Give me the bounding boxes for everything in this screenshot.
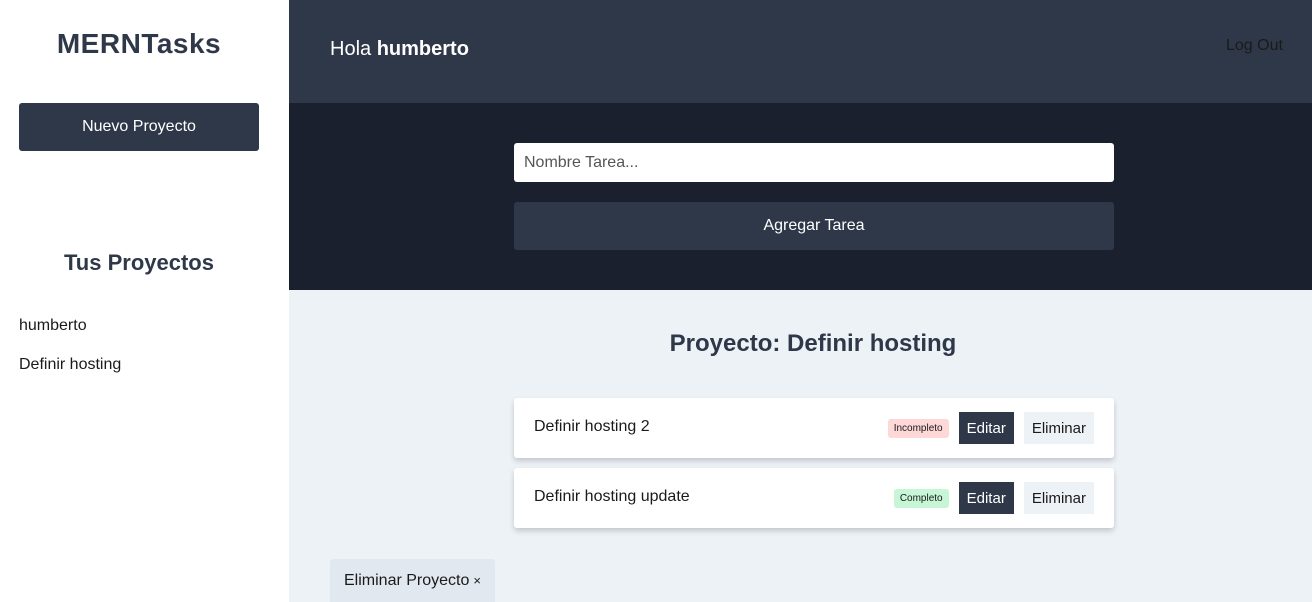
- project-item-definir-hosting[interactable]: Definir hosting: [19, 355, 121, 375]
- status-badge-completo[interactable]: Completo: [893, 488, 949, 508]
- greeting-prefix: Hola: [330, 38, 377, 60]
- sidebar: MERNTasks Nuevo Proyecto Tus Proyectos h…: [0, 0, 289, 602]
- task-name-input[interactable]: [514, 143, 1114, 182]
- edit-task-button[interactable]: Editar: [958, 412, 1014, 444]
- task-actions: Completo Editar Eliminar: [893, 482, 1094, 514]
- status-badge-incompleto[interactable]: Incompleto: [887, 418, 949, 438]
- delete-project-label: Eliminar Proyecto: [344, 571, 470, 589]
- task-name: Definir hosting 2: [534, 418, 650, 435]
- task-item: Definir hosting update Completo Editar E…: [514, 468, 1114, 528]
- project-title: Proyecto: Definir hosting: [669, 330, 957, 357]
- app-logo: MERNTasks: [0, 28, 278, 60]
- project-list: humberto Definir hosting: [19, 316, 121, 394]
- projects-heading: Tus Proyectos: [64, 250, 214, 275]
- user-name: humberto: [376, 38, 469, 60]
- task-form: Agregar Tarea: [289, 103, 1312, 290]
- logo-bold: MERN: [56, 28, 142, 59]
- logout-button[interactable]: Log Out: [1226, 37, 1312, 55]
- task-name: Definir hosting update: [534, 488, 690, 505]
- logo-regular: Tasks: [141, 28, 222, 59]
- project-item-humberto[interactable]: humberto: [19, 316, 121, 336]
- edit-task-button[interactable]: Editar: [958, 482, 1014, 514]
- task-item: Definir hosting 2 Incompleto Editar Elim…: [514, 398, 1114, 458]
- add-task-button[interactable]: Agregar Tarea: [514, 202, 1114, 250]
- delete-project-button[interactable]: Eliminar Proyecto ×: [330, 559, 495, 602]
- app-header: Hola humberto Log Out: [289, 0, 1312, 103]
- task-list: Definir hosting 2 Incompleto Editar Elim…: [514, 398, 1114, 538]
- new-project-button[interactable]: Nuevo Proyecto: [19, 103, 259, 151]
- task-actions: Incompleto Editar Eliminar: [887, 412, 1094, 444]
- greeting: Hola humberto: [330, 38, 469, 61]
- delete-task-button[interactable]: Eliminar: [1023, 412, 1094, 444]
- close-icon: ×: [473, 573, 481, 588]
- delete-task-button[interactable]: Eliminar: [1023, 482, 1094, 514]
